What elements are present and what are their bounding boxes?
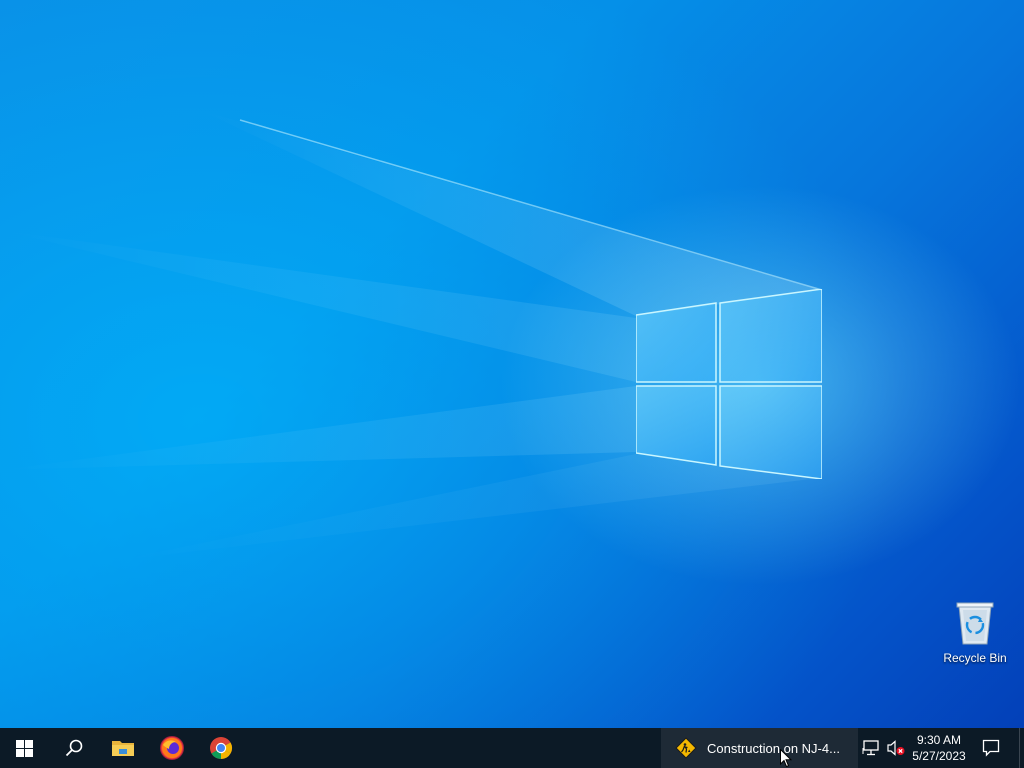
wallpaper-light-beams (0, 110, 823, 560)
action-center-icon[interactable] (982, 739, 1000, 757)
windows-logo-wallpaper (636, 289, 822, 479)
recycle-bin-icon (956, 602, 994, 645)
chrome-icon (209, 737, 232, 759)
taskbar: Construction on NJ-4... 9:30 AM 5/27/202… (0, 728, 1024, 768)
taskbar-notification-widget[interactable]: Construction on NJ-4... (661, 728, 858, 768)
windows-start-icon (16, 739, 33, 757)
taskbar-clock[interactable]: 9:30 AM 5/27/2023 (908, 731, 970, 765)
firefox-icon (159, 736, 184, 760)
construction-sign-icon (675, 737, 697, 759)
desktop-icon-recycle-bin[interactable]: Recycle Bin (938, 598, 1012, 672)
search-button[interactable] (49, 728, 98, 768)
mouse-cursor-icon (780, 749, 792, 768)
clock-date: 5/27/2023 (912, 749, 966, 763)
show-desktop-button[interactable] (1019, 728, 1024, 768)
network-icon[interactable] (862, 740, 880, 756)
file-explorer-button[interactable] (98, 728, 147, 768)
clock-time: 9:30 AM (916, 733, 962, 747)
firefox-button[interactable] (147, 728, 196, 768)
start-button[interactable] (0, 728, 49, 768)
desktop[interactable]: Recycle Bin (0, 0, 1024, 728)
chrome-button[interactable] (196, 728, 245, 768)
recycle-bin-label: Recycle Bin (943, 651, 1007, 665)
search-icon (65, 739, 82, 757)
volume-muted-icon[interactable] (886, 740, 906, 756)
notification-text: Construction on NJ-4... (707, 740, 840, 756)
folder-icon (111, 741, 134, 756)
